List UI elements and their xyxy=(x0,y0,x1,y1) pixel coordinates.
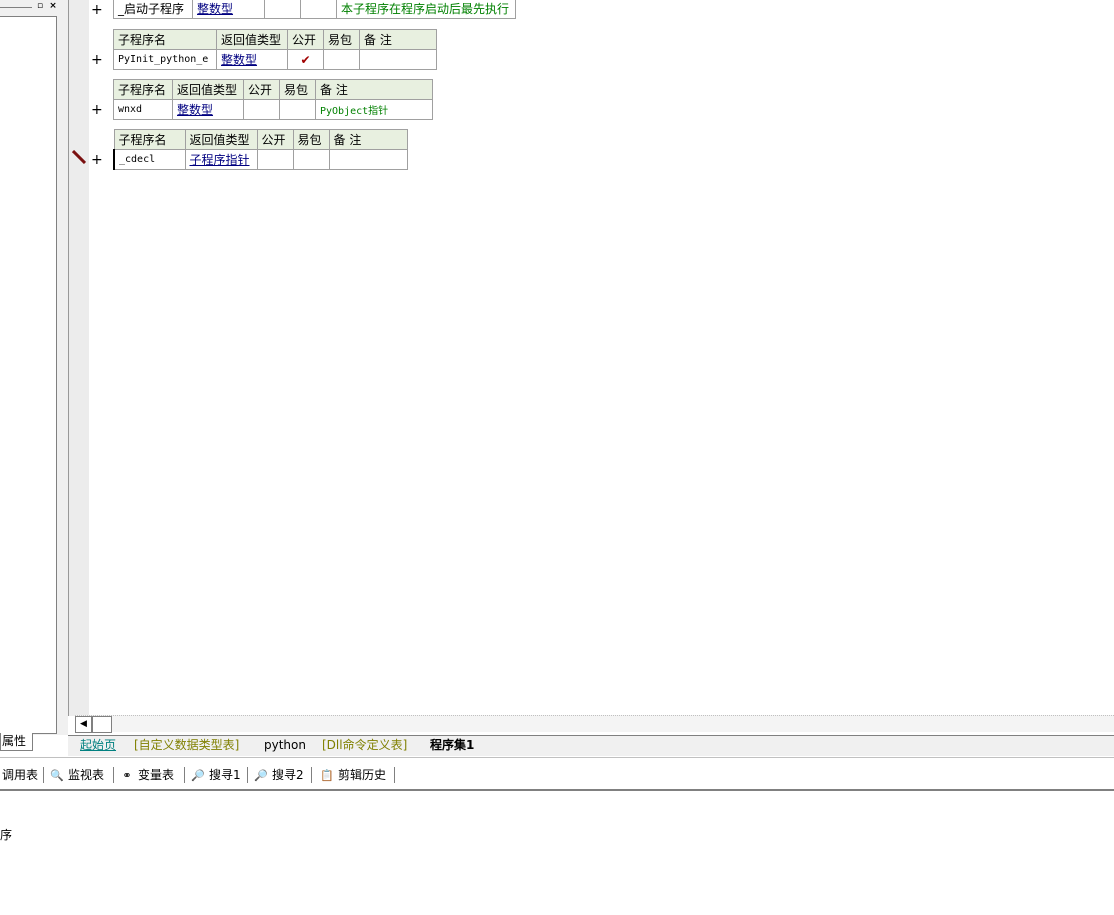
properties-pane xyxy=(0,16,57,734)
public-check-icon[interactable]: ✔ xyxy=(287,49,324,70)
left-panel-header: ▫ × xyxy=(0,0,62,14)
tab-python[interactable]: python xyxy=(258,736,312,754)
search2-icon: 🔎 xyxy=(254,769,268,782)
subroutine-table-pyinit: 子程序名 返回值类型 公开 易包 备 注 PyInit_python_e 整数型… xyxy=(113,29,437,70)
public-cell[interactable] xyxy=(243,99,280,120)
pin-icon[interactable]: ▫ xyxy=(35,1,45,11)
toolbar-separator xyxy=(311,767,312,783)
horizontal-scrollbar[interactable]: ◀ xyxy=(75,715,1114,733)
tab-properties[interactable]: 属性 xyxy=(0,733,33,751)
left-panel: ▫ × xyxy=(0,0,62,735)
header-public: 公开 xyxy=(287,29,324,50)
toolbar-separator xyxy=(113,767,114,783)
header-name: 子程序名 xyxy=(113,129,186,150)
header-return-type: 返回值类型 xyxy=(172,79,244,100)
watch-table-button[interactable]: 🔍 监视表 xyxy=(50,765,104,785)
remark-cell[interactable] xyxy=(328,149,408,170)
easy-pkg-cell[interactable] xyxy=(279,99,316,120)
subroutine-name[interactable]: wnxd xyxy=(113,99,173,120)
toolbar-divider xyxy=(0,757,1114,758)
expand-icon[interactable]: + xyxy=(91,53,103,67)
subroutine-name[interactable]: _启动子程序 xyxy=(113,0,193,19)
public-cell[interactable] xyxy=(256,149,294,170)
variables-icon: ⚭ xyxy=(122,769,132,782)
tab-start-page[interactable]: 起始页 xyxy=(74,736,122,754)
search1-label: 搜寻1 xyxy=(209,768,241,782)
pencil-icon xyxy=(72,150,86,164)
remark-cell[interactable] xyxy=(359,49,437,70)
public-cell[interactable] xyxy=(264,0,301,19)
header-public: 公开 xyxy=(243,79,280,100)
table-row: PyInit_python_e 整数型 ✔ xyxy=(113,49,437,70)
table-row: _启动子程序 整数型 本子程序在程序启动后最先执行 xyxy=(113,0,516,19)
toolbar-separator xyxy=(43,767,44,783)
easy-pkg-cell[interactable] xyxy=(323,49,360,70)
output-divider xyxy=(0,789,1114,791)
header-remark: 备 注 xyxy=(328,129,408,150)
return-type[interactable]: 子程序指针 xyxy=(184,149,258,170)
expand-icon[interactable]: + xyxy=(91,3,103,17)
call-table-button[interactable]: 调用表 xyxy=(2,765,38,785)
bottom-toolbar: 调用表 🔍 监视表 ⚭ 变量表 🔎 搜寻1 🔎 搜寻2 📋 剪辑历史 xyxy=(0,763,1114,787)
return-type[interactable]: 整数型 xyxy=(216,49,288,70)
header-remark: 备 注 xyxy=(315,79,433,100)
editor-gutter xyxy=(68,0,89,716)
search1-icon: 🔎 xyxy=(191,769,205,782)
subroutine-table-cdecl: 子程序名 返回值类型 公开 易包 备 注 _cdecl 子程序指针 xyxy=(113,129,408,170)
subroutine-name[interactable]: _cdecl xyxy=(113,149,186,170)
toolbar-separator xyxy=(184,767,185,783)
expand-icon[interactable]: + xyxy=(91,103,103,117)
editor-tabs: 起始页 [自定义数据类型表] python [Dll命令定义表] 程序集1 xyxy=(68,735,1114,756)
table-header-row: 子程序名 返回值类型 公开 易包 备 注 xyxy=(113,79,433,100)
easy-pkg-cell[interactable] xyxy=(300,0,337,19)
table-row: _cdecl 子程序指针 xyxy=(113,149,408,170)
table-header-row: 子程序名 返回值类型 公开 易包 备 注 xyxy=(113,29,437,50)
output-text: 序 xyxy=(0,828,13,842)
header-name: 子程序名 xyxy=(113,79,173,100)
header-public: 公开 xyxy=(256,129,294,150)
easy-pkg-cell[interactable] xyxy=(292,149,330,170)
remark-cell[interactable]: PyObject指针 xyxy=(315,99,433,120)
header-easy-pkg: 易包 xyxy=(323,29,360,50)
return-type[interactable]: 整数型 xyxy=(192,0,265,19)
scroll-left-icon[interactable]: ◀ xyxy=(75,716,92,733)
header-easy-pkg: 易包 xyxy=(279,79,316,100)
close-icon[interactable]: × xyxy=(48,1,58,11)
scrollbar-thumb[interactable] xyxy=(92,716,112,733)
search2-label: 搜寻2 xyxy=(272,768,304,782)
header-name: 子程序名 xyxy=(113,29,217,50)
clip-history-button[interactable]: 📋 剪辑历史 xyxy=(320,765,386,785)
tab-dll-commands[interactable]: [Dll命令定义表] xyxy=(316,736,413,754)
magnifier-icon: 🔍 xyxy=(50,769,64,782)
tab-custom-types[interactable]: [自定义数据类型表] xyxy=(128,736,245,754)
subroutine-name[interactable]: PyInit_python_e xyxy=(113,49,217,70)
remark-cell[interactable]: 本子程序在程序启动后最先执行 xyxy=(336,0,516,19)
table-header-row: 子程序名 返回值类型 公开 易包 备 注 xyxy=(113,129,408,150)
tab-assembly1[interactable]: 程序集1 xyxy=(424,736,480,754)
search1-button[interactable]: 🔎 搜寻1 xyxy=(191,765,241,785)
header-remark: 备 注 xyxy=(359,29,437,50)
table-row: wnxd 整数型 PyObject指针 xyxy=(113,99,433,120)
call-table-label: 调用表 xyxy=(2,768,39,782)
header-return-type: 返回值类型 xyxy=(184,129,258,150)
subroutine-table-start: _启动子程序 整数型 本子程序在程序启动后最先执行 xyxy=(113,0,516,19)
toolbar-separator xyxy=(247,767,248,783)
header-easy-pkg: 易包 xyxy=(292,129,330,150)
subroutine-table-wnxd: 子程序名 返回值类型 公开 易包 备 注 wnxd 整数型 PyObject指针 xyxy=(113,79,433,120)
header-return-type: 返回值类型 xyxy=(216,29,288,50)
watch-table-label: 监视表 xyxy=(68,768,105,782)
variable-table-button[interactable]: ⚭ 变量表 xyxy=(120,765,174,785)
toolbar-separator xyxy=(394,767,395,783)
variable-table-label: 变量表 xyxy=(138,768,175,782)
expand-icon[interactable]: + xyxy=(91,153,103,167)
search2-button[interactable]: 🔎 搜寻2 xyxy=(254,765,304,785)
panel-title-line xyxy=(0,7,32,8)
clip-history-icon: 📋 xyxy=(320,769,334,782)
return-type[interactable]: 整数型 xyxy=(172,99,244,120)
clip-history-label: 剪辑历史 xyxy=(338,768,387,782)
